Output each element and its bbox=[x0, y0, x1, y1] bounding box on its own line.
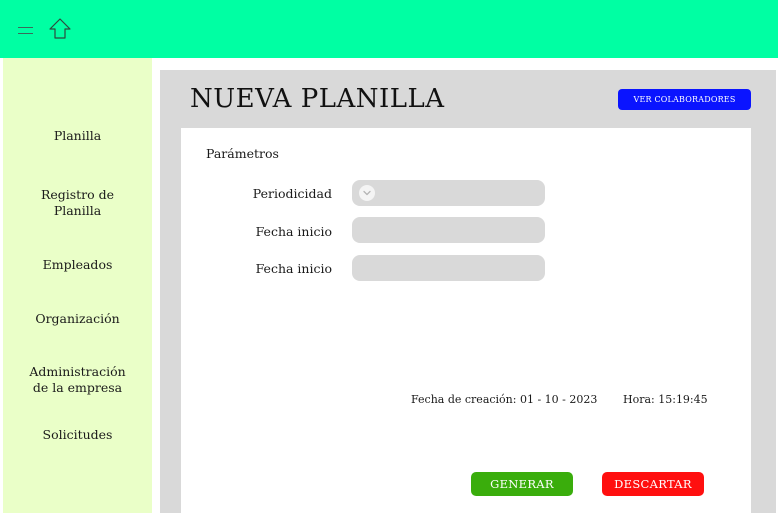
sidebar-item-planilla[interactable]: Planilla bbox=[3, 128, 152, 144]
main-panel: NUEVA PLANILLA VER COLABORADORES Parámet… bbox=[160, 70, 776, 513]
sidebar-item-organizacion[interactable]: Organización bbox=[3, 311, 152, 327]
parameters-card: Parámetros Periodicidad Fecha inicio Fec… bbox=[181, 128, 751, 513]
view-collaborators-button[interactable]: VER COLABORADORES bbox=[618, 89, 751, 110]
sidebar-item-label-line2: Planilla bbox=[53, 203, 102, 218]
sidebar: Planilla Registro de Planilla Empleados … bbox=[3, 58, 152, 513]
page-title: NUEVA PLANILLA bbox=[190, 84, 445, 114]
start-date-label-2: Fecha inicio bbox=[255, 261, 332, 276]
sidebar-item-solicitudes[interactable]: Solicitudes bbox=[3, 427, 152, 443]
start-date-field-2[interactable] bbox=[352, 255, 545, 281]
sidebar-item-label-line2: de la empresa bbox=[32, 380, 123, 395]
sidebar-item-label: Solicitudes bbox=[42, 427, 113, 442]
top-bar bbox=[0, 0, 778, 58]
section-title: Parámetros bbox=[206, 146, 279, 161]
sidebar-item-registro-de-planilla[interactable]: Registro de Planilla bbox=[3, 187, 152, 219]
sidebar-item-label: Organización bbox=[35, 311, 120, 326]
chevron-down-icon bbox=[359, 185, 375, 201]
sidebar-item-label: Empleados bbox=[42, 257, 113, 272]
discard-button[interactable]: DESCARTAR bbox=[602, 472, 704, 496]
periodicity-label: Periodicidad bbox=[252, 186, 332, 201]
hamburger-menu-icon[interactable] bbox=[18, 26, 33, 35]
sidebar-item-label: Planilla bbox=[53, 128, 102, 143]
start-date-field[interactable] bbox=[352, 217, 545, 243]
sidebar-item-label-line1: Registro de bbox=[40, 187, 115, 202]
periodicity-select[interactable] bbox=[352, 180, 545, 206]
generate-button[interactable]: GENERAR bbox=[471, 472, 573, 496]
home-icon[interactable] bbox=[48, 17, 72, 41]
sidebar-item-label-line1: Administración bbox=[29, 364, 126, 379]
start-date-label: Fecha inicio bbox=[255, 224, 332, 239]
creation-time: Hora: 15:19:45 bbox=[623, 393, 708, 406]
sidebar-item-empleados[interactable]: Empleados bbox=[3, 257, 152, 273]
creation-date: Fecha de creación: 01 - 10 - 2023 bbox=[411, 393, 598, 406]
sidebar-item-administracion-empresa[interactable]: Administración de la empresa bbox=[3, 364, 152, 396]
